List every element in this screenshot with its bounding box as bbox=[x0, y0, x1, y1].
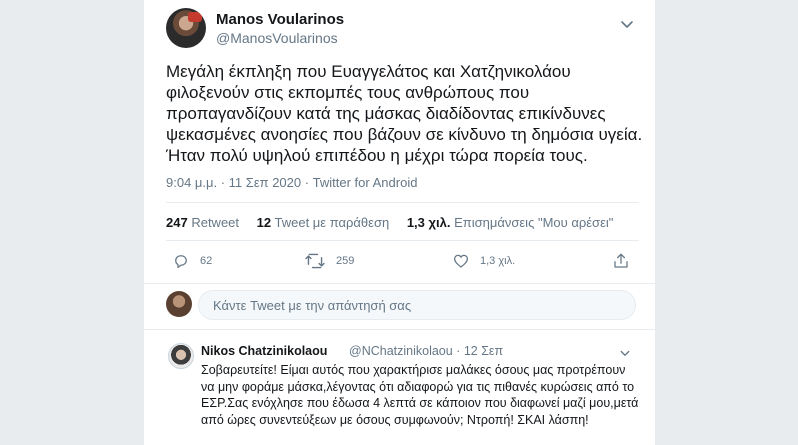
avatar[interactable] bbox=[168, 343, 194, 369]
chevron-down-icon[interactable] bbox=[619, 16, 635, 32]
retweets-stat[interactable]: 247 Retweet bbox=[166, 215, 239, 230]
author-name[interactable]: Manos Voularinos bbox=[216, 11, 344, 28]
like-count: 1,3 χιλ. bbox=[480, 255, 516, 267]
chevron-down-icon[interactable] bbox=[619, 347, 631, 359]
tweet-actions: 62 259 1,3 χιλ. bbox=[166, 252, 639, 276]
reply-input[interactable]: Κάντε Tweet με την απάντησή σας bbox=[198, 290, 636, 320]
quotes-count: 12 bbox=[256, 215, 272, 230]
reply-button[interactable]: 62 bbox=[172, 252, 212, 270]
avatar[interactable] bbox=[166, 8, 206, 48]
reply-count: 62 bbox=[200, 255, 213, 267]
retweet-icon bbox=[305, 253, 325, 269]
reply-composer: Κάντε Tweet με την απάντησή σας bbox=[166, 287, 636, 323]
tweet-stats: 247 Retweet 12 Tweet με παράθεση 1,3 χιλ… bbox=[166, 215, 627, 230]
retweet-button[interactable]: 259 bbox=[304, 252, 354, 270]
likes-count: 1,3 χιλ. bbox=[406, 215, 451, 230]
like-icon bbox=[453, 254, 469, 268]
tweet-text: Μεγάλη έκπληξη που Ευαγγελάτος και Χατζη… bbox=[166, 62, 643, 165]
author-handle[interactable]: @ManosVoularinos bbox=[216, 30, 338, 46]
likes-stat[interactable]: 1,3 χιλ. Επισημάνσεις "Μου αρέσει" bbox=[407, 215, 614, 230]
divider bbox=[144, 283, 655, 284]
divider bbox=[166, 240, 639, 241]
tweet-timestamp[interactable]: 9:04 μ.μ. · 11 Σεπ 2020 · Twitter for An… bbox=[166, 175, 417, 190]
avatar[interactable] bbox=[166, 291, 192, 317]
share-icon bbox=[614, 253, 628, 268]
quotes-label: Tweet με παράθεση bbox=[274, 215, 390, 230]
reply-text: Σοβαρευτείτε! Είμαι αυτός που χαρακτήρισ… bbox=[201, 363, 639, 427]
retweets-count: 247 bbox=[166, 215, 188, 230]
tweet-detail-card: Manos Voularinos @ManosVoularinos Μεγάλη… bbox=[143, 0, 656, 445]
tweet-header: Manos Voularinos @ManosVoularinos bbox=[166, 8, 639, 48]
reply-author-handle[interactable]: @NChatzinikolaou · 12 Σεπ bbox=[349, 344, 503, 358]
divider bbox=[166, 202, 639, 203]
divider bbox=[144, 329, 655, 330]
share-button[interactable] bbox=[612, 252, 640, 270]
reply-icon bbox=[175, 255, 187, 269]
reply-author-name[interactable]: Nikos Chatzinikolaou bbox=[201, 344, 327, 358]
like-button[interactable]: 1,3 χιλ. bbox=[452, 252, 515, 270]
retweets-label: Retweet bbox=[191, 215, 240, 230]
retweet-count: 259 bbox=[336, 255, 355, 267]
quotes-stat[interactable]: 12 Tweet με παράθεση bbox=[257, 215, 390, 230]
likes-label: Επισημάνσεις "Μου αρέσει" bbox=[454, 215, 614, 230]
